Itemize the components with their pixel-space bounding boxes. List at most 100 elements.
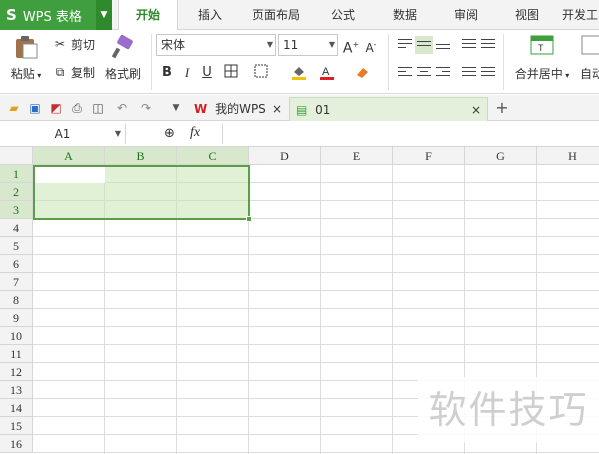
clipboard-icon [16, 36, 38, 59]
formula-input[interactable] [222, 124, 599, 144]
font-name-select[interactable]: 宋体 ▼ [156, 34, 276, 56]
app-menu-button[interactable]: S WPS 表格 ▼ [0, 0, 112, 30]
doctab-label: 我的WPS [215, 102, 266, 116]
decrease-indent-button[interactable] [460, 36, 478, 54]
tab-formulas[interactable]: 公式 [318, 0, 368, 30]
auto-wrap-button[interactable]: 自动 [580, 34, 599, 82]
print-preview-icon[interactable]: ◫ [90, 100, 106, 116]
tab-data[interactable]: 数据 [380, 0, 430, 30]
cut-label: 剪切 [71, 37, 96, 52]
font-size-select[interactable]: 11 ▼ [278, 34, 338, 56]
chevron-down-icon: ▼ [114, 129, 121, 138]
divider [151, 34, 152, 90]
row-header-16[interactable]: 16 [0, 435, 33, 453]
paint-bucket-icon [292, 67, 306, 80]
ribbon: 粘贴 ▾ ✂ 剪切 ⧉ 复制 格式刷 宋体 ▼ 11 ▼ A+ A- B I U… [0, 30, 599, 94]
fx-icon[interactable]: fx [190, 125, 200, 141]
tab-home[interactable]: 开始 [118, 0, 178, 31]
increase-font-button[interactable]: A+ [342, 36, 360, 57]
chevron-down-icon[interactable]: ▼ [168, 100, 184, 116]
wps-w-icon: W [194, 102, 208, 116]
row-header-1[interactable]: 1 [0, 165, 33, 183]
clear-format-button[interactable] [354, 64, 372, 82]
row-header-8[interactable]: 8 [0, 291, 33, 309]
row-header-3[interactable]: 3 [0, 201, 33, 219]
column-header-d[interactable]: D [249, 147, 321, 165]
merge-cells-icon: T [530, 35, 554, 55]
row-header-15[interactable]: 15 [0, 417, 33, 435]
paste-button[interactable]: 粘贴 ▾ [6, 34, 46, 82]
font-size-value: 11 [283, 38, 299, 52]
column-header-e[interactable]: E [321, 147, 393, 165]
new-tab-plus-icon[interactable]: + [494, 100, 510, 116]
row-header-2[interactable]: 2 [0, 183, 33, 201]
column-header-f[interactable]: F [393, 147, 465, 165]
tab-developer[interactable]: 开发工 [562, 0, 599, 30]
paste-label: 粘贴 [10, 67, 35, 81]
align-right-button[interactable] [434, 64, 452, 82]
borders-button[interactable] [222, 64, 240, 82]
row-header-14[interactable]: 14 [0, 399, 33, 417]
row-header-4[interactable]: 4 [0, 219, 33, 237]
zoom-search-icon[interactable]: ⊕ [164, 126, 175, 141]
align-bottom-button[interactable] [434, 36, 452, 54]
column-header-b[interactable]: B [105, 147, 177, 165]
decrease-font-button[interactable]: A- [362, 36, 380, 55]
bold-button[interactable]: B [158, 64, 176, 82]
close-icon[interactable]: × [272, 97, 282, 121]
tab-review[interactable]: 审阅 [441, 0, 491, 30]
undo-icon[interactable]: ↶ [114, 100, 130, 116]
open-folder-icon[interactable]: ▰ [6, 100, 22, 116]
align-middle-button[interactable] [415, 36, 433, 54]
name-box[interactable]: A1 ▼ [0, 124, 126, 144]
underline-button[interactable]: U [198, 64, 216, 82]
copy-button[interactable]: ⧉ 复制 [52, 62, 95, 82]
distributed-button[interactable] [479, 64, 497, 82]
row-header-13[interactable]: 13 [0, 381, 33, 399]
grid-line [33, 254, 599, 255]
export-pdf-icon[interactable]: ◩ [48, 100, 64, 116]
fill-color-button[interactable] [290, 64, 308, 82]
row-header-11[interactable]: 11 [0, 345, 33, 363]
save-icon[interactable]: ▣ [27, 100, 43, 116]
app-title: WPS 表格 [22, 9, 82, 25]
align-left-button[interactable] [396, 64, 414, 82]
doctab-my-wps[interactable]: W 我的WPS × [188, 97, 288, 121]
tab-page-layout[interactable]: 页面布局 [245, 0, 307, 30]
row-header-10[interactable]: 10 [0, 327, 33, 345]
merge-center-button[interactable]: T 合并居中 ▾ [510, 34, 574, 82]
print-icon[interactable]: ⎙ [69, 100, 85, 116]
column-header-c[interactable]: C [177, 147, 249, 165]
column-header-a[interactable]: A [33, 147, 105, 165]
fill-pattern-button[interactable] [252, 64, 270, 82]
column-header-g[interactable]: G [465, 147, 537, 165]
cut-button[interactable]: ✂ 剪切 [52, 34, 95, 54]
close-icon[interactable]: × [471, 98, 481, 122]
format-painter-button[interactable]: 格式刷 [102, 34, 144, 82]
increase-indent-button[interactable] [479, 36, 497, 54]
active-cell[interactable] [35, 167, 105, 183]
wrap-text-icon [581, 35, 599, 55]
align-top-button[interactable] [396, 36, 414, 54]
menu-bar: S WPS 表格 ▼ 开始 插入 页面布局 公式 数据 审阅 视图 开发工 [0, 0, 599, 31]
chevron-down-icon[interactable]: ▼ [96, 0, 112, 30]
row-header-6[interactable]: 6 [0, 255, 33, 273]
grid-line [33, 344, 599, 345]
column-header-h[interactable]: H [537, 147, 599, 165]
align-center-button[interactable] [415, 64, 433, 82]
redo-icon[interactable]: ↷ [138, 100, 154, 116]
fill-handle[interactable] [246, 216, 252, 222]
doctab-01[interactable]: ▤ 01 × [289, 97, 488, 121]
row-header-9[interactable]: 9 [0, 309, 33, 327]
justify-button[interactable] [460, 64, 478, 82]
row-header-5[interactable]: 5 [0, 237, 33, 255]
row-header-12[interactable]: 12 [0, 363, 33, 381]
italic-button[interactable]: I [178, 64, 196, 82]
tab-view[interactable]: 视图 [502, 0, 552, 30]
auto-wrap-label: 自动 [580, 67, 599, 81]
tab-insert[interactable]: 插入 [185, 0, 235, 30]
font-color-icon: A [320, 66, 334, 80]
select-all-corner[interactable] [0, 147, 33, 165]
font-color-button[interactable]: A [318, 64, 336, 82]
row-header-7[interactable]: 7 [0, 273, 33, 291]
